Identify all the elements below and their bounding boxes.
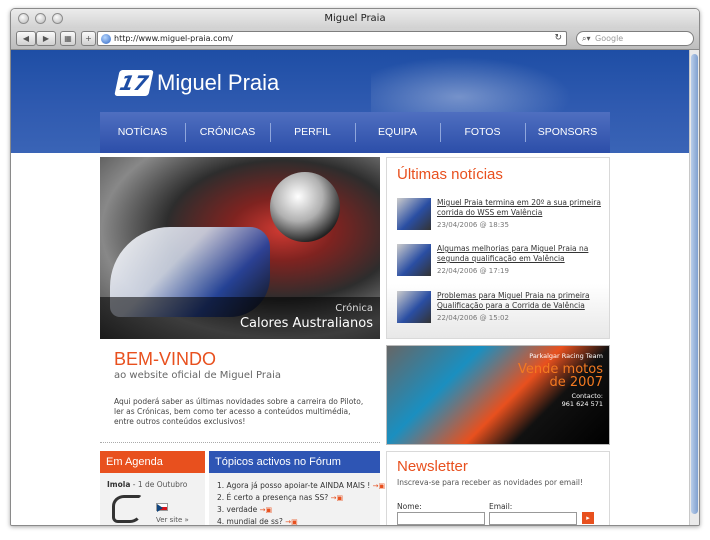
nav-item-sponsors[interactable]: SPONSORS [525, 112, 610, 153]
ad-contact-label: Contacto: [571, 392, 603, 400]
forum-panel: 1. Agora já posso apoiar-te AINDA MAIS !… [209, 473, 385, 526]
welcome-section: BEM-VINDO ao website oficial de Miguel P… [100, 343, 380, 439]
main-nav: NOTÍCIAS CRÓNICAS PERFIL EQUIPA FOTOS SP… [100, 112, 610, 153]
forum-heading: Tópicos activos no Fórum [209, 451, 380, 473]
hero-caption: Crónica Calores Australianos [100, 297, 380, 339]
agenda-panel: Imola - 1 de Outubro Ver site » [100, 473, 205, 525]
forward-arrow-icon: ▶ [42, 34, 50, 43]
ad-contact-phone: 961 624 571 [561, 400, 603, 408]
plus-icon: + [85, 34, 92, 43]
forum-topic[interactable]: 4. mundial de ss? →▣ [217, 516, 380, 526]
nav-item-noticias[interactable]: NOTÍCIAS [100, 112, 185, 153]
nav-item-perfil[interactable]: PERFIL [270, 112, 355, 153]
forum-topic[interactable]: 3. verdade →▣ [217, 504, 380, 516]
forum-topic[interactable]: 1. Agora já posso apoiar-te AINDA MAIS !… [217, 480, 385, 492]
vertical-scrollbar[interactable] [689, 50, 699, 525]
arrow-icon: →▣ [372, 482, 386, 490]
email-field[interactable] [489, 512, 577, 525]
hero-feature[interactable]: Crónica Calores Australianos [100, 157, 380, 339]
grid-icon: ▦ [64, 34, 72, 43]
logo-number: 17 [114, 70, 154, 96]
news-date: 22/04/2006 @ 15:02 [437, 314, 509, 322]
forum-topic-link[interactable]: 3. verdade [217, 505, 257, 514]
nav-item-equipa[interactable]: EQUIPA [355, 112, 440, 153]
arrow-icon: →▣ [259, 506, 273, 514]
search-field[interactable]: ⌕▾ Google [576, 31, 694, 46]
back-button[interactable]: ◀ [16, 31, 36, 46]
news-link[interactable]: Problemas para Miguel Praia na primeira … [437, 291, 607, 311]
site-header: 17 Miguel Praia NOTÍCIAS CRÓNICAS PERFIL… [11, 50, 689, 153]
agenda-more-link[interactable]: Ver site » [156, 516, 189, 524]
news-link[interactable]: Algumas melhorias para Miguel Praia na s… [437, 244, 607, 264]
search-icon: ⌕▾ [582, 34, 591, 43]
welcome-subtitle: ao website oficial de Miguel Praia [114, 370, 282, 381]
czech-flag-icon [156, 503, 168, 512]
news-item[interactable]: Miguel Praia termina em 20º a sua primei… [397, 198, 607, 232]
ad-headline: Vende motos de 2007 [518, 363, 603, 389]
news-thumbnail[interactable] [397, 244, 431, 276]
sponsor-ad[interactable]: Parkalgar Racing Team Vende motos de 200… [386, 345, 610, 445]
newsletter-panel: Newsletter Inscreva-se para receber as n… [386, 451, 610, 525]
nav-item-cronicas[interactable]: CRÓNICAS [185, 112, 270, 153]
arrow-icon: →▣ [285, 518, 298, 526]
welcome-text: Aqui poderá saber as últimas novidades s… [114, 397, 364, 426]
hero-title[interactable]: Calores Australianos [100, 316, 373, 331]
url-text: http://www.miguel-praia.com/ [114, 34, 233, 43]
forum-topic-link[interactable]: 4. mundial de ss? [217, 517, 283, 525]
news-thumbnail[interactable] [397, 198, 431, 230]
minimize-window-button[interactable] [35, 13, 46, 24]
agenda-event-date: - 1 de Outubro [130, 480, 188, 489]
news-date: 22/04/2006 @ 17:19 [437, 267, 509, 275]
close-window-button[interactable] [18, 13, 29, 24]
subscribe-button[interactable]: ▸ [582, 512, 594, 524]
window-title: Miguel Praia [324, 13, 386, 24]
address-bar[interactable]: http://www.miguel-praia.com/ ↻ [97, 31, 567, 46]
forward-button[interactable]: ▶ [36, 31, 56, 46]
dotted-divider [100, 442, 380, 443]
news-item[interactable]: Algumas melhorias para Miguel Praia na s… [397, 244, 607, 278]
news-link[interactable]: Miguel Praia termina em 20º a sua primei… [437, 198, 607, 218]
agenda-heading: Em Agenda [100, 451, 205, 473]
zoom-window-button[interactable] [52, 13, 63, 24]
ad-contact: Contacto: 961 624 571 [562, 392, 603, 408]
email-label: Email: [489, 502, 513, 511]
browser-toolbar: ◀ ▶ ▦ + http://www.miguel-praia.com/ ↻ ⌕… [11, 28, 699, 50]
name-label: Nome: [397, 502, 422, 511]
ad-team: Parkalgar Racing Team [529, 352, 603, 360]
title-bar: Miguel Praia [11, 9, 699, 28]
news-date: 23/04/2006 @ 18:35 [437, 221, 509, 229]
forum-topic-link[interactable]: 2. É certo a presença nas SS? [217, 493, 328, 502]
latest-news-panel: Últimas notícias Miguel Praia termina em… [386, 157, 610, 339]
search-placeholder: Google [595, 34, 624, 43]
rider-helmet-image [270, 172, 340, 242]
ad-headline-line2: de 2007 [549, 375, 603, 390]
browser-window: Miguel Praia ◀ ▶ ▦ + http://www.miguel-p… [10, 8, 700, 526]
logo-text: Miguel Praia [157, 70, 280, 95]
news-item[interactable]: Problemas para Miguel Praia na primeira … [397, 291, 607, 325]
welcome-heading: BEM-VINDO [114, 349, 217, 369]
newsletter-text: Inscreva-se para receber as novidades po… [397, 478, 583, 487]
globe-icon [101, 34, 111, 44]
circuit-map-icon [112, 495, 142, 523]
window-controls [18, 13, 63, 24]
bookmarks-grid-button[interactable]: ▦ [60, 31, 76, 46]
forum-topic[interactable]: 2. É certo a presença nas SS? →▣ [217, 492, 380, 504]
hero-kicker: Crónica [335, 303, 373, 314]
name-field[interactable] [397, 512, 485, 525]
arrow-right-icon: ▸ [586, 514, 590, 522]
newsletter-heading: Newsletter [397, 458, 468, 475]
site-logo[interactable]: 17 Miguel Praia [114, 70, 280, 96]
web-page: 17 Miguel Praia NOTÍCIAS CRÓNICAS PERFIL… [11, 50, 689, 526]
agenda-event-name: Imola [107, 480, 131, 489]
arrow-icon: →▣ [330, 494, 344, 502]
news-thumbnail[interactable] [397, 291, 431, 323]
scrollbar-thumb[interactable] [691, 54, 698, 514]
reload-icon[interactable]: ↻ [554, 32, 562, 45]
add-bookmark-button[interactable]: + [81, 31, 96, 46]
nav-item-fotos[interactable]: FOTOS [440, 112, 525, 153]
forum-topic-link[interactable]: 1. Agora já posso apoiar-te AINDA MAIS ! [217, 481, 370, 490]
agenda-event: Imola - 1 de Outubro [107, 480, 187, 489]
news-heading: Últimas notícias [397, 166, 503, 183]
back-arrow-icon: ◀ [22, 34, 30, 43]
